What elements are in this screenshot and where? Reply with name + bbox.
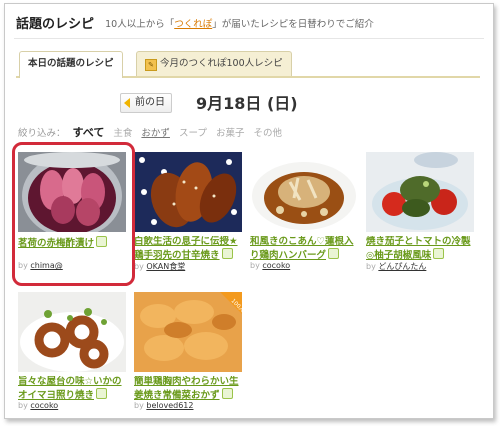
tsukurepo-link[interactable]: つくれぽ xyxy=(174,19,212,30)
recipe-photo[interactable] xyxy=(134,152,242,232)
page-header: 話題のレシピ 10人以上から「つくれぽ」が届いたレシピを日替わりでご紹介 xyxy=(16,12,476,34)
current-date: 9月18日 (日) xyxy=(196,94,298,113)
filter-staple[interactable]: 主食 xyxy=(113,128,132,139)
recipe-photo[interactable] xyxy=(18,292,126,372)
recipe-title-link[interactable]: 茗荷の赤梅酢漬け xyxy=(18,238,94,249)
author-link[interactable]: cocoko xyxy=(30,401,58,410)
page-title: 話題のレシピ xyxy=(16,17,95,32)
subtitle-text-before: 10人以上から「 xyxy=(105,18,175,30)
filter-all[interactable]: すべて xyxy=(73,126,105,139)
tsukurepo-icon xyxy=(433,248,445,259)
recipe-card[interactable]: 白飲生活の息子に伝授★鶏手羽先の甘辛焼き by OKAN食堂 xyxy=(134,152,242,272)
filter-sweets[interactable]: お菓子 xyxy=(216,128,245,139)
filter-soup[interactable]: スープ xyxy=(179,128,207,139)
tab-bar: 本日の話題のレシピ ✎ 今月のつくれぽ100人レシピ xyxy=(16,51,480,78)
filter-other[interactable]: その他 xyxy=(253,128,282,139)
tsukurepo-icon xyxy=(221,388,233,399)
recipe-card[interactable]: 旨々な屋台の味☆いかのオイマヨ照り焼き by cocoko xyxy=(18,292,126,410)
author-link[interactable]: cocoko xyxy=(262,261,290,270)
author-link[interactable]: beloved612 xyxy=(146,401,193,410)
recipe-card[interactable]: 100人 簡単鶏胸肉やわらかい生姜焼き常備菜おかず by beloved612 xyxy=(134,292,242,410)
tsukurepo-icon xyxy=(221,248,233,259)
filter-label: 絞り込み： xyxy=(18,128,66,139)
report-badge-icon: ✎ xyxy=(145,59,157,71)
by-label: by xyxy=(134,401,144,410)
by-label: by xyxy=(18,261,28,270)
tsukurepo-icon xyxy=(96,236,108,247)
recipe-photo[interactable] xyxy=(366,152,474,232)
tsukurepo-icon xyxy=(96,388,108,399)
tab-monthly-100[interactable]: ✎ 今月のつくれぽ100人レシピ xyxy=(136,51,292,76)
subtitle-text-after: 」が届いたレシピを日替わりでご紹介 xyxy=(212,18,374,30)
recipe-card[interactable]: 茗荷の赤梅酢漬け by chima@ xyxy=(18,152,126,270)
header-divider xyxy=(14,38,484,39)
tsukurepo-icon xyxy=(328,248,340,259)
author-link[interactable]: OKAN食堂 xyxy=(146,262,185,271)
by-label: by xyxy=(134,262,144,271)
recipe-card[interactable]: 焼き茄子とトマトの冷製◎柚子胡椒風味 by どんぴんたん xyxy=(366,152,474,272)
tab-todays-recipes[interactable]: 本日の話題のレシピ xyxy=(19,51,123,78)
by-label: by xyxy=(18,401,28,410)
filter-side-dish[interactable]: おかず xyxy=(141,128,170,139)
tab-monthly-100-label: 今月のつくれぽ100人レシピ xyxy=(160,58,283,69)
recipe-photo[interactable] xyxy=(18,152,126,232)
author-link[interactable]: どんぴんたん xyxy=(378,262,426,271)
prev-day-label: 前の日 xyxy=(135,97,165,108)
recipe-photo[interactable]: 100人 xyxy=(134,292,242,372)
category-filter: 絞り込み： すべて 主食 おかず スープ お菓子 その他 xyxy=(18,124,288,140)
left-arrow-icon xyxy=(124,98,130,108)
by-label: by xyxy=(250,261,260,270)
recipe-card[interactable]: 和風きのこあん♡蓮根入り鶏肉ハンバーグ by cocoko xyxy=(250,152,358,270)
recipe-photo[interactable] xyxy=(250,152,358,232)
recipe-title-link[interactable]: 焼き茄子とトマトの冷製◎柚子胡椒風味 xyxy=(366,236,471,260)
author-link[interactable]: chima@ xyxy=(30,261,62,270)
page-subtitle: 10人以上から「つくれぽ」が届いたレシピを日替わりでご紹介 xyxy=(105,19,374,30)
prev-day-button[interactable]: 前の日 xyxy=(120,93,172,113)
by-label: by xyxy=(366,262,376,271)
